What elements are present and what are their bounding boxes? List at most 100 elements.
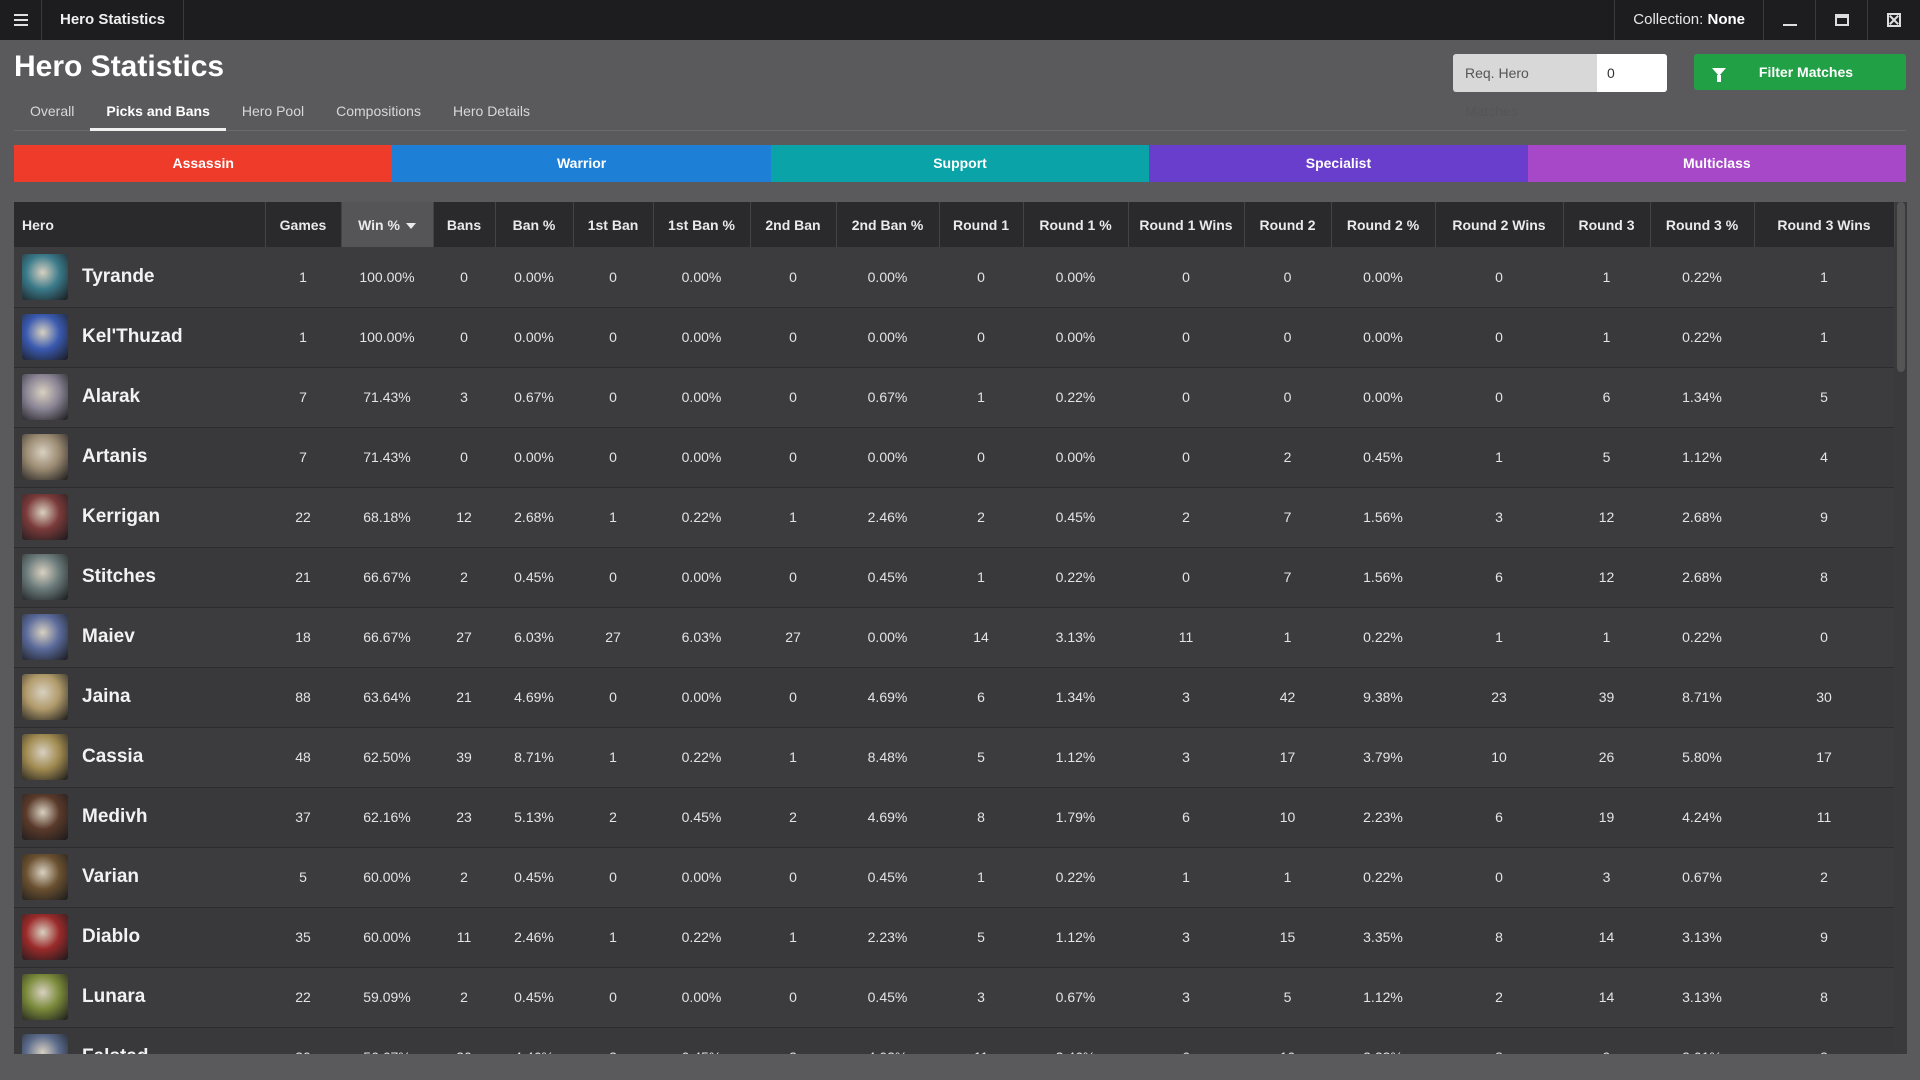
hero-name[interactable]: Lunara	[82, 986, 145, 1008]
column-header-label: 2nd Ban %	[851, 216, 924, 233]
table-cell: 1.56%	[1363, 569, 1403, 585]
role-support[interactable]: Support	[770, 145, 1150, 182]
table-row[interactable]: Falstad3056.67%204.46%20.45%24.02%112.46…	[14, 1027, 1894, 1054]
column-header-round-2[interactable]: Round 2	[1244, 202, 1332, 247]
hero-name[interactable]: Kel'Thuzad	[82, 326, 183, 348]
column-header-win-[interactable]: Win %	[341, 202, 434, 247]
table-row[interactable]: Kel'Thuzad 1 100.00% 0 0.00% 0 0.00% 0 0.00% 0 0.0…	[14, 307, 1894, 367]
hero-name[interactable]: Medivh	[82, 806, 147, 828]
tab-picks-and-bans[interactable]: Picks and Bans	[90, 97, 226, 131]
filter-matches-button[interactable]: Filter Matches	[1694, 54, 1906, 90]
column-header-round-3[interactable]: Round 3	[1563, 202, 1651, 247]
column-header-round-2-[interactable]: Round 2 %	[1331, 202, 1436, 247]
tab-compositions[interactable]: Compositions	[320, 97, 437, 131]
table-cell: 8.48%	[867, 749, 908, 765]
table-row[interactable]: Maiev 18 66.67% 27 6.03% 27 6.03% 27 0.00% 14 3.13…	[14, 607, 1894, 667]
role-specialist[interactable]: Specialist	[1149, 145, 1528, 182]
hero-portrait	[22, 494, 68, 540]
table-row[interactable]: Lunara 22 59.09% 2 0.45% 0 0.00% 0 0.45% 3 0.67% 3 5…	[14, 967, 1894, 1027]
column-header-round-1[interactable]: Round 1	[939, 202, 1024, 247]
table-cell: 2	[750, 1027, 836, 1054]
table-cell: 19	[1598, 809, 1615, 825]
column-header-round-3-[interactable]: Round 3 %	[1650, 202, 1755, 247]
hero-name[interactable]: Alarak	[82, 386, 140, 408]
table-cell: 1.12%	[1055, 929, 1096, 945]
table-row[interactable]: Kerrigan 22 68.18% 12 2.68% 1 0.22% 1 2.46% 2 0.45…	[14, 487, 1894, 547]
table-cell: 2	[977, 509, 985, 525]
column-header-round-2-wins[interactable]: Round 2 Wins	[1435, 202, 1564, 247]
role-assassin[interactable]: Assassin	[14, 145, 393, 182]
hero-name[interactable]: Kerrigan	[82, 506, 160, 528]
table-cell: 1	[1820, 268, 1828, 285]
role-multiclass[interactable]: Multiclass	[1527, 145, 1907, 182]
hero-cell: Jaina	[14, 667, 265, 727]
table-cell: 1	[299, 268, 307, 285]
table-cell: 100.00%	[359, 268, 415, 285]
table-row[interactable]: Cassia 48 62.50% 39 8.71% 1 0.22% 1 8.48% 5 1.12% 3…	[14, 727, 1894, 787]
table-cell: 2.68%	[514, 509, 554, 525]
minimize-button[interactable]	[1764, 0, 1816, 40]
table-cell: 4.69%	[867, 809, 908, 825]
table-cell: 22	[295, 989, 311, 1005]
table-cell: 1	[1495, 629, 1503, 645]
maximize-button[interactable]	[1816, 0, 1868, 40]
table-cell: 0.22%	[1363, 869, 1403, 885]
table-cell: 3.79%	[1363, 749, 1403, 765]
close-button[interactable]	[1868, 0, 1920, 40]
hero-cell: Cassia	[14, 727, 265, 787]
table-row[interactable]: Stitches 21 66.67% 2 0.45% 0 0.00% 0 0.45% 1 0.22%…	[14, 547, 1894, 607]
table-row[interactable]: Varian 5 60.00% 2 0.45% 0 0.00% 0 0.45% 1 0.22% 1 1 0…	[14, 847, 1894, 907]
table-scrollbar[interactable]	[1896, 202, 1906, 1054]
tab-hero-pool[interactable]: Hero Pool	[226, 97, 320, 131]
table-row[interactable]: Alarak 7 71.43% 3 0.67% 0 0.00% 0 0.67% 1 0.22% 0 0 0…	[14, 367, 1894, 427]
column-header-2nd-ban[interactable]: 2nd Ban	[750, 202, 837, 247]
tab-hero-details[interactable]: Hero Details	[437, 97, 546, 131]
hero-name[interactable]: Jaina	[82, 686, 131, 708]
column-header-round-1-[interactable]: Round 1 %	[1023, 202, 1129, 247]
table-cell: 12	[1598, 569, 1615, 585]
hero-name[interactable]: Tyrande	[82, 266, 155, 288]
table-row[interactable]: Artanis 7 71.43% 0 0.00% 0 0.00% 0 0.00% 0 0.00% 0 2…	[14, 427, 1894, 487]
table-cell: 9	[1820, 509, 1828, 525]
table-cell: 0.22%	[1682, 629, 1722, 645]
column-header-ban-[interactable]: Ban %	[495, 202, 574, 247]
table-cell: 0.22%	[681, 929, 722, 945]
table-row[interactable]: Tyrande 1 100.00% 0 0.00% 0 0.00% 0 0.00% 0 0.00% 0…	[14, 247, 1894, 307]
collection-selector[interactable]: Collection: None	[1614, 0, 1764, 40]
column-header-round-3-wins[interactable]: Round 3 Wins	[1754, 202, 1895, 247]
role-filter-bar: Assassin Warrior Support Specialist Multicla…	[14, 145, 1907, 182]
column-header-games[interactable]: Games	[265, 202, 342, 247]
hero-name[interactable]: Stitches	[82, 566, 156, 588]
hero-info: Alarak	[22, 374, 265, 420]
menu-button[interactable]	[0, 0, 42, 40]
table-cell: 10	[1491, 749, 1507, 765]
table-row[interactable]: Medivh 37 62.16% 23 5.13% 2 0.45% 2 4.69% 8 1.79% 6…	[14, 787, 1894, 847]
req-hero-matches-input[interactable]	[1597, 54, 1667, 92]
column-header-bans[interactable]: Bans	[433, 202, 496, 247]
hero-name[interactable]: Falstad	[82, 1046, 149, 1054]
hero-name[interactable]: Cassia	[82, 746, 143, 768]
table-cell: 21	[456, 689, 472, 705]
hero-name[interactable]: Varian	[82, 866, 139, 888]
column-header-round-1-wins[interactable]: Round 1 Wins	[1128, 202, 1245, 247]
table-row[interactable]: Jaina 88 63.64% 21 4.69% 0 0.00% 0 4.69% 6 1.34% 3 4…	[14, 667, 1894, 727]
tab-overall[interactable]: Overall	[14, 97, 90, 131]
hero-name[interactable]: Diablo	[82, 926, 140, 948]
table-cell: 0.00%	[514, 268, 554, 285]
table-cell: 0.22%	[1055, 389, 1096, 405]
table-cell: 2.46%	[1023, 1027, 1128, 1054]
column-header-hero[interactable]: Hero	[14, 202, 266, 247]
column-header-label: Round 3 %	[1665, 216, 1739, 233]
role-warrior[interactable]: Warrior	[392, 145, 771, 182]
table-cell: 39	[1598, 689, 1615, 705]
table-cell: 12	[1598, 509, 1615, 525]
column-header-1st-ban[interactable]: 1st Ban	[573, 202, 654, 247]
column-header-1st-ban-[interactable]: 1st Ban %	[653, 202, 751, 247]
column-header-2nd-ban-[interactable]: 2nd Ban %	[836, 202, 940, 247]
scrollbar-thumb[interactable]	[1897, 202, 1905, 372]
table-cell: 42	[1279, 689, 1296, 705]
hero-name[interactable]: Artanis	[82, 446, 147, 468]
table-row[interactable]: Diablo 35 60.00% 11 2.46% 1 0.22% 1 2.23% 5 1.12% 3…	[14, 907, 1894, 967]
table-cell: 8	[1820, 569, 1828, 585]
hero-name[interactable]: Maiev	[82, 626, 135, 648]
